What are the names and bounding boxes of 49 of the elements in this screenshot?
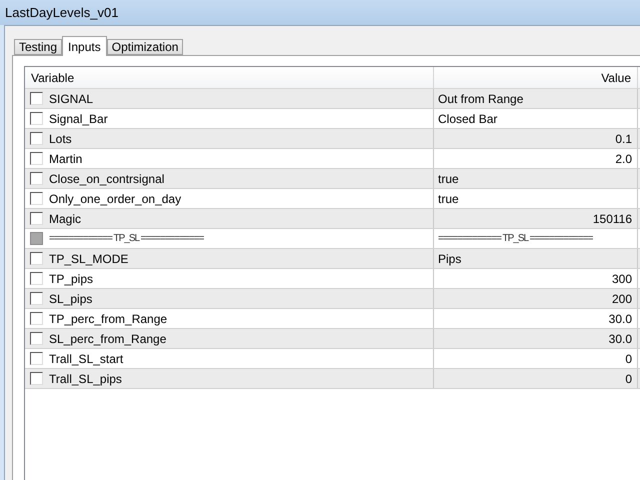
value-text[interactable]: 30.0	[608, 330, 632, 348]
value-text[interactable]: 0.1	[615, 130, 632, 148]
checkbox[interactable]	[30, 312, 43, 325]
checkbox[interactable]	[30, 132, 43, 145]
checkbox[interactable]	[30, 192, 43, 205]
variable-name: Trall_SL_start	[49, 350, 124, 368]
tab[interactable]: Optimization	[106, 39, 184, 55]
value-text[interactable]: 2.0	[615, 150, 632, 168]
checkbox[interactable]	[30, 112, 43, 125]
column-header[interactable]: Value	[434, 67, 638, 88]
variable-name: Only_one_order_on_day	[49, 190, 182, 208]
value-text[interactable]: 0	[625, 370, 632, 388]
value-text[interactable]: Pips	[438, 250, 462, 268]
checkbox[interactable]	[30, 152, 43, 165]
checkbox[interactable]	[30, 252, 43, 265]
checkbox[interactable]	[30, 352, 43, 365]
variable-name: Signal_Bar	[49, 110, 108, 128]
variable-name: ============= TP_SL =============	[49, 232, 204, 246]
variable-name: TP_SL_MODE	[49, 250, 128, 268]
checkbox[interactable]	[30, 92, 43, 105]
value-text[interactable]: true	[438, 170, 459, 188]
checkbox[interactable]	[30, 372, 43, 385]
checkbox[interactable]	[30, 272, 43, 285]
value-text[interactable]: Out from Range	[438, 90, 524, 108]
value-text[interactable]: 300	[612, 270, 632, 288]
column-header[interactable]: Variable	[25, 67, 434, 88]
value-text[interactable]: Closed Bar	[438, 110, 498, 128]
variable-name: Magic	[49, 210, 82, 228]
checkbox[interactable]	[30, 332, 43, 345]
tab[interactable]: Inputs	[62, 36, 107, 56]
variable-name: SIGNAL	[49, 90, 94, 108]
variable-name: TP_pips	[49, 270, 94, 288]
variable-name: Close_on_contrsignal	[49, 170, 164, 188]
variable-name: SL_perc_from_Range	[49, 330, 166, 348]
checkbox[interactable]	[30, 172, 43, 185]
variable-name: SL_pips	[49, 290, 92, 308]
variable-name: Trall_SL_pips	[49, 370, 122, 388]
value-text[interactable]: true	[438, 190, 459, 208]
value-text[interactable]: 200	[612, 290, 632, 308]
checkbox[interactable]	[30, 292, 43, 305]
variable-name: Lots	[49, 130, 72, 148]
window-title: LastDayLevels_v01	[5, 4, 118, 22]
value-text[interactable]: 30.0	[608, 310, 632, 328]
variable-name: Martin	[49, 150, 82, 168]
value-text[interactable]: 150116	[592, 210, 632, 228]
checkbox[interactable]	[30, 212, 43, 225]
tab[interactable]: Testing	[14, 39, 62, 55]
value-text[interactable]: 0	[625, 350, 632, 368]
variable-name: TP_perc_from_Range	[49, 310, 168, 328]
